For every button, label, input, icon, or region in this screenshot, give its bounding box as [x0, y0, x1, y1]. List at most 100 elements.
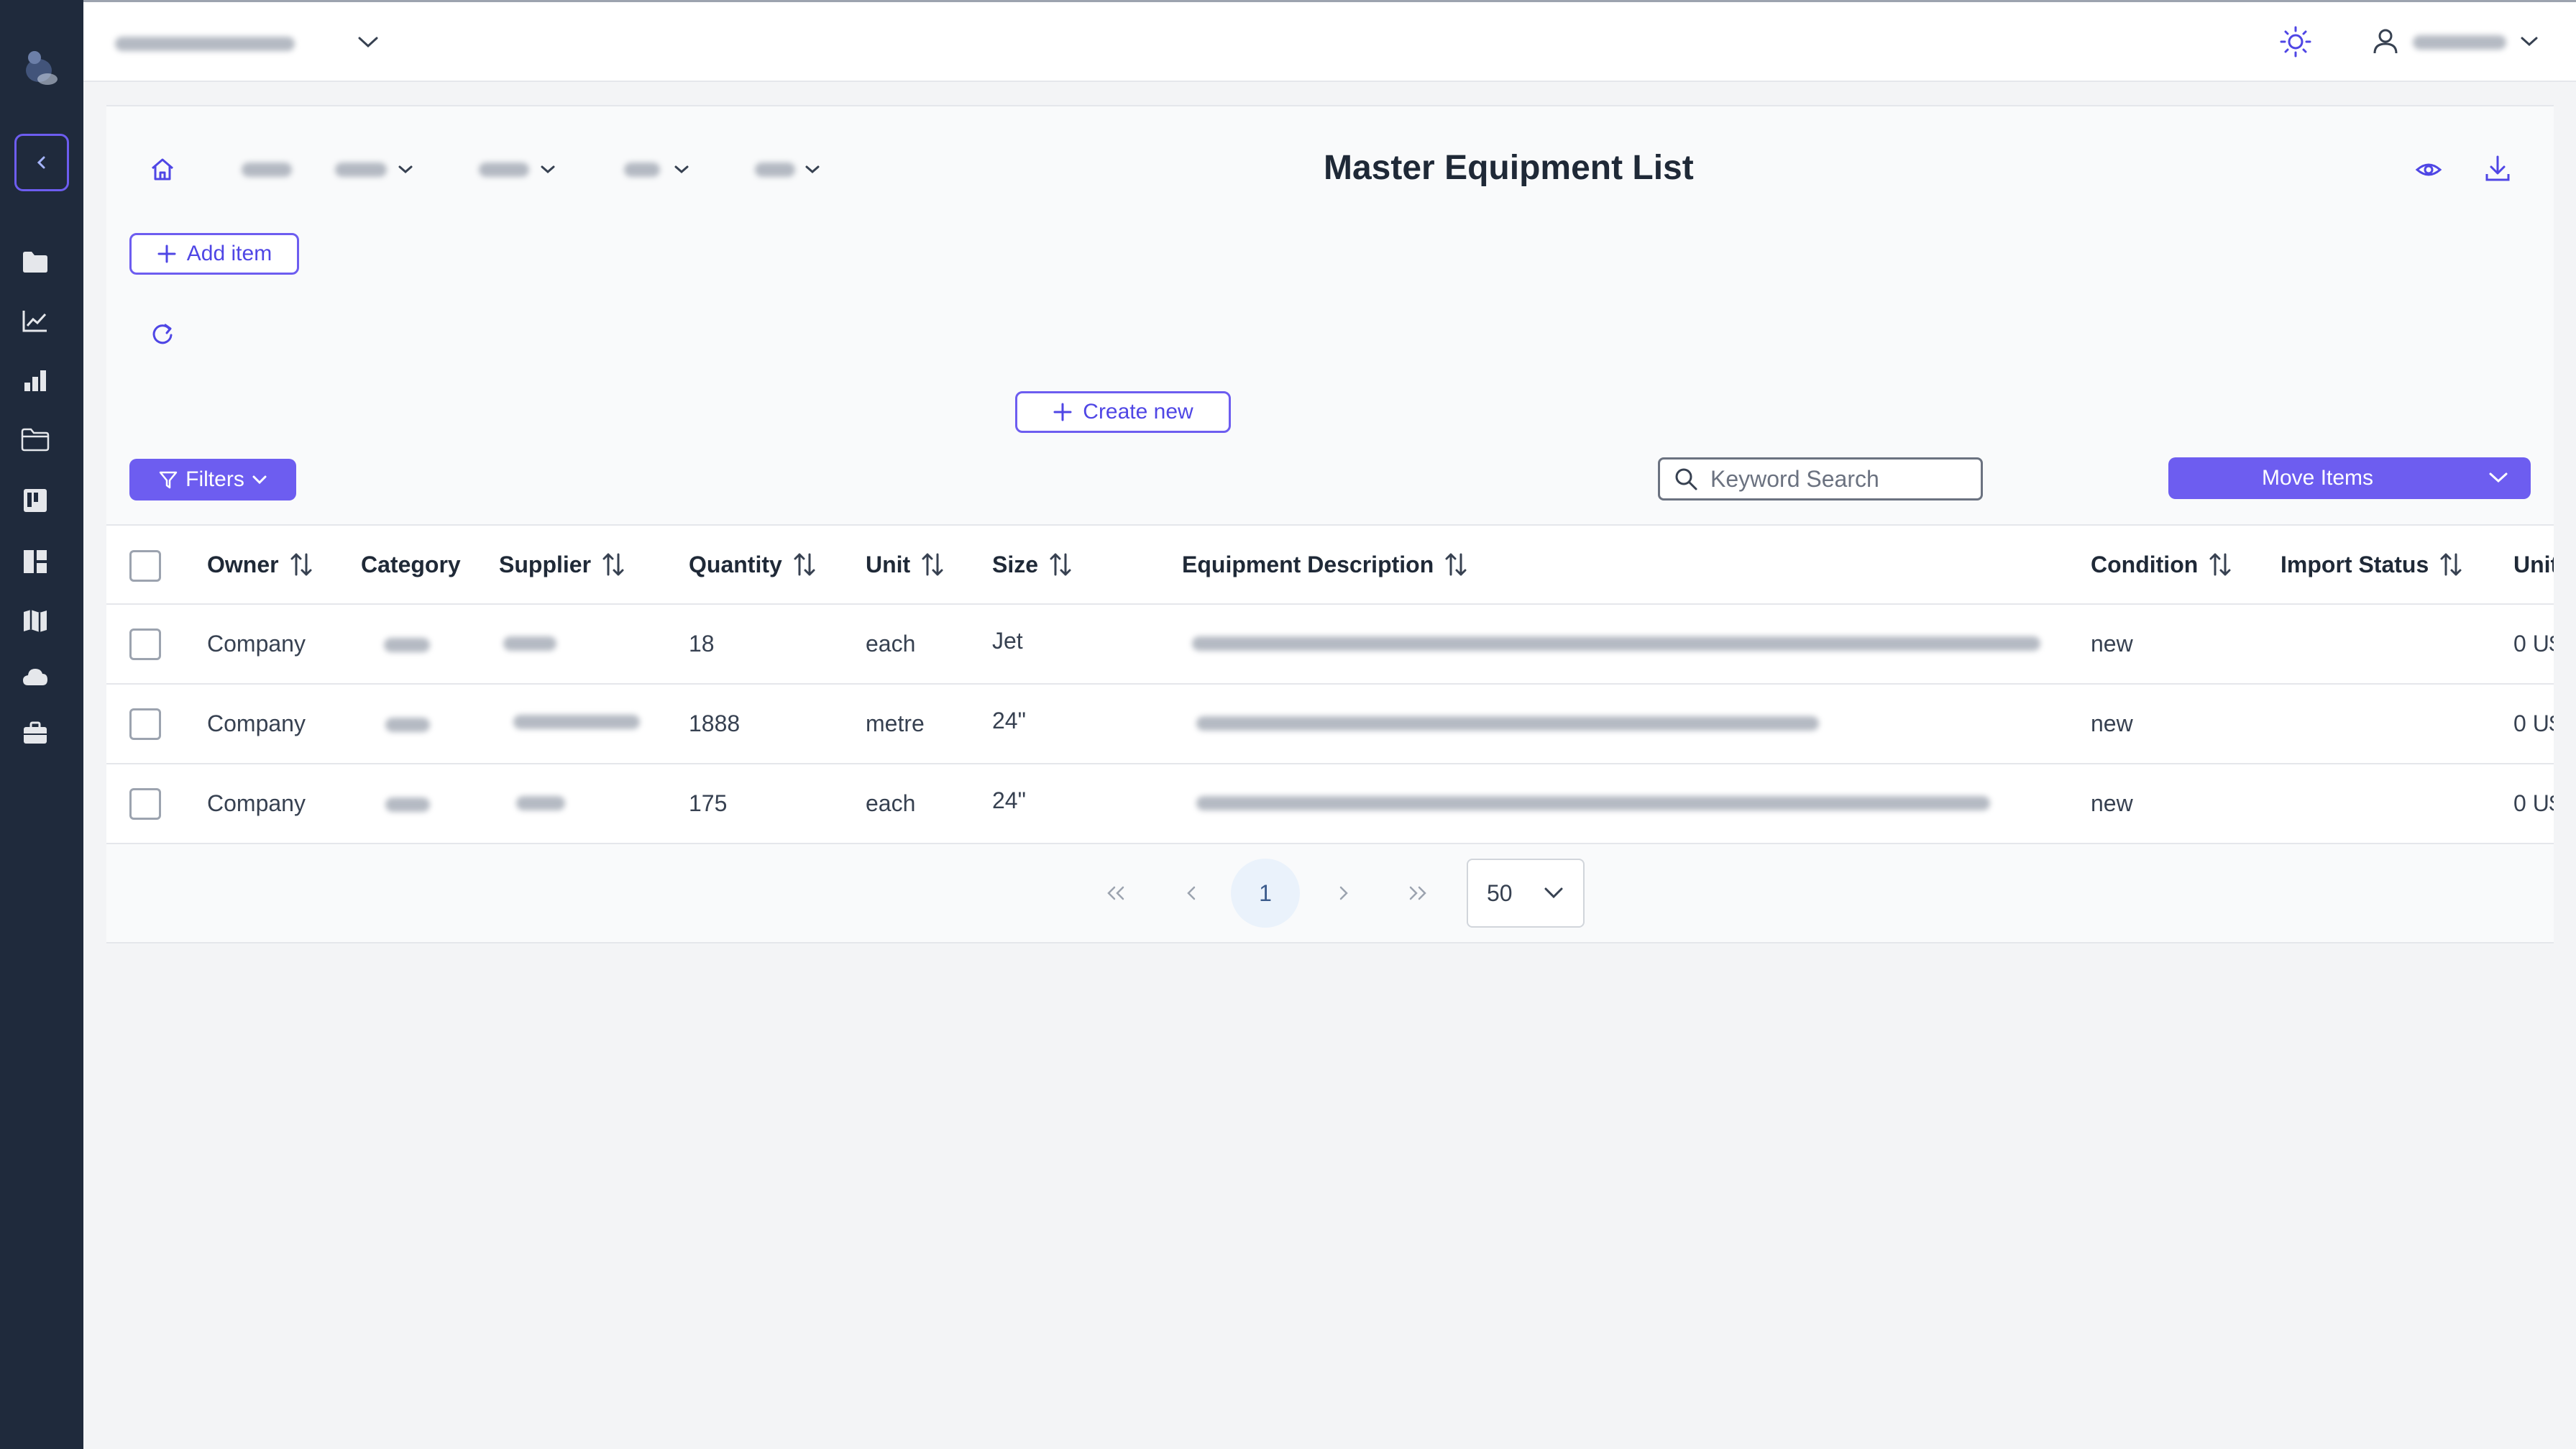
sort-icon [290, 553, 312, 576]
sidebar-item-board[interactable] [20, 485, 50, 516]
chevrons-left-icon [1107, 886, 1124, 900]
user-icon [2373, 29, 2398, 54]
search-input[interactable] [1710, 465, 1976, 493]
cloud-icon [23, 669, 47, 685]
column-header-size[interactable]: Size [992, 526, 1073, 603]
bar-chart-icon [24, 370, 46, 391]
unit-cost-cell: 0 U$ [2513, 631, 2554, 657]
sidebar-item-folders[interactable] [20, 247, 50, 277]
size-cell: 24" [992, 708, 1026, 733]
condition-cell: new [2091, 631, 2133, 657]
chevron-down-icon [1544, 887, 1563, 899]
app-logo[interactable] [22, 42, 62, 89]
size-cell: Jet [992, 628, 1023, 654]
column-header-equipment-description[interactable]: Equipment Description [1182, 526, 1468, 603]
column-header-supplier[interactable]: Supplier [499, 526, 625, 603]
next-page-button[interactable] [1308, 859, 1378, 928]
sidebar-item-trends[interactable] [20, 306, 50, 336]
row-checkbox[interactable] [129, 788, 161, 820]
sidebar-item-inventory[interactable] [20, 718, 50, 748]
preview-button[interactable] [2414, 155, 2443, 184]
chevron-down-icon [398, 165, 413, 173]
column-header-category[interactable]: Category [361, 526, 461, 603]
sort-icon [2209, 553, 2231, 576]
download-button[interactable] [2483, 154, 2512, 184]
breadcrumb-segment-redacted [624, 163, 660, 177]
column-header-import-status[interactable]: Import Status [2281, 526, 2463, 603]
sidebar-item-cloud[interactable] [20, 662, 50, 692]
equipment-description-redacted [1196, 716, 1819, 731]
create-new-button[interactable]: Create new [1015, 391, 1231, 433]
breadcrumb-dropdown[interactable] [479, 155, 565, 184]
add-item-button[interactable]: Add item [129, 233, 299, 275]
owner-cell: Company [207, 790, 306, 816]
home-button[interactable] [148, 155, 177, 184]
row-checkbox[interactable] [129, 628, 161, 660]
collapse-sidebar-button[interactable] [14, 134, 69, 191]
chevron-down-icon [674, 165, 689, 173]
select-all-checkbox[interactable] [129, 550, 161, 582]
breadcrumb-segment-redacted [479, 163, 529, 177]
breadcrumb-segment-redacted[interactable] [242, 163, 292, 177]
filters-button[interactable]: Filters [129, 459, 296, 500]
chevron-down-icon [805, 165, 820, 173]
quantity-cell: 1888 [689, 710, 741, 736]
move-items-button[interactable]: Move Items [2168, 457, 2531, 499]
page-size-select[interactable]: 50 [1467, 859, 1585, 928]
unit-cost-cell: 0 U$ [2513, 790, 2554, 816]
folder-icon [23, 252, 47, 273]
column-header-condition[interactable]: Condition [2091, 526, 2232, 603]
page-1-button[interactable]: 1 [1231, 859, 1300, 928]
sort-icon [1445, 553, 1467, 576]
previous-page-button[interactable] [1158, 859, 1227, 928]
sidebar-item-dashboard[interactable] [20, 547, 50, 577]
first-page-button[interactable] [1081, 859, 1150, 928]
owner-cell: Company [207, 710, 306, 736]
keyword-search [1658, 457, 1983, 500]
filter-icon [159, 471, 178, 489]
table-row[interactable]: Company 1888 metre 24" new 0 U$ [106, 685, 2554, 764]
column-header-owner[interactable]: Owner [207, 526, 313, 603]
theme-toggle-button[interactable] [2279, 25, 2312, 58]
row-checkbox[interactable] [129, 708, 161, 740]
category-redacted [385, 797, 430, 812]
breadcrumb-dropdown[interactable] [755, 155, 834, 184]
column-header-unit-cost[interactable]: Unit [2513, 526, 2554, 603]
user-menu[interactable] [2371, 25, 2544, 58]
chevron-down-icon [2521, 37, 2538, 47]
breadcrumb-dropdown[interactable] [624, 155, 696, 184]
sun-icon [2280, 26, 2311, 58]
page-background [83, 965, 2576, 1449]
table-row[interactable]: Company 175 each 24" new 0 U$ [106, 764, 2554, 844]
page-size-value: 50 [1487, 879, 1513, 906]
chevrons-right-icon [1409, 886, 1426, 900]
unit-cell: metre [866, 710, 925, 736]
table-header: Owner Category Supplier Quantity Unit Si… [106, 524, 2554, 605]
dashboard-icon [24, 550, 47, 573]
chevron-down-icon [358, 37, 378, 48]
quantity-cell: 175 [689, 790, 728, 816]
category-redacted [384, 638, 430, 652]
refresh-button[interactable] [148, 319, 177, 348]
column-header-quantity[interactable]: Quantity [689, 526, 817, 603]
condition-cell: new [2091, 790, 2133, 816]
sort-icon [922, 553, 943, 576]
sidebar-item-map[interactable] [20, 605, 50, 636]
workspace-selector[interactable] [115, 27, 388, 63]
last-page-button[interactable] [1383, 859, 1452, 928]
chevron-left-icon [1187, 886, 1196, 900]
table-row[interactable]: Company 18 each Jet new 0 U$ [106, 605, 2554, 685]
line-chart-icon [22, 311, 47, 332]
username-redacted [2413, 35, 2506, 50]
breadcrumb-segment-redacted [335, 163, 387, 177]
column-header-unit[interactable]: Unit [866, 526, 945, 603]
equipment-description-redacted [1192, 636, 2040, 651]
eye-icon [2415, 163, 2442, 176]
sidebar-item-reports[interactable] [20, 365, 50, 396]
sidebar-item-documents[interactable] [20, 424, 50, 454]
add-item-label: Add item [186, 242, 272, 265]
create-new-label: Create new [1083, 400, 1193, 424]
breadcrumb-dropdown[interactable] [335, 155, 421, 184]
unit-cell: each [866, 790, 916, 816]
plus-icon [157, 244, 176, 263]
